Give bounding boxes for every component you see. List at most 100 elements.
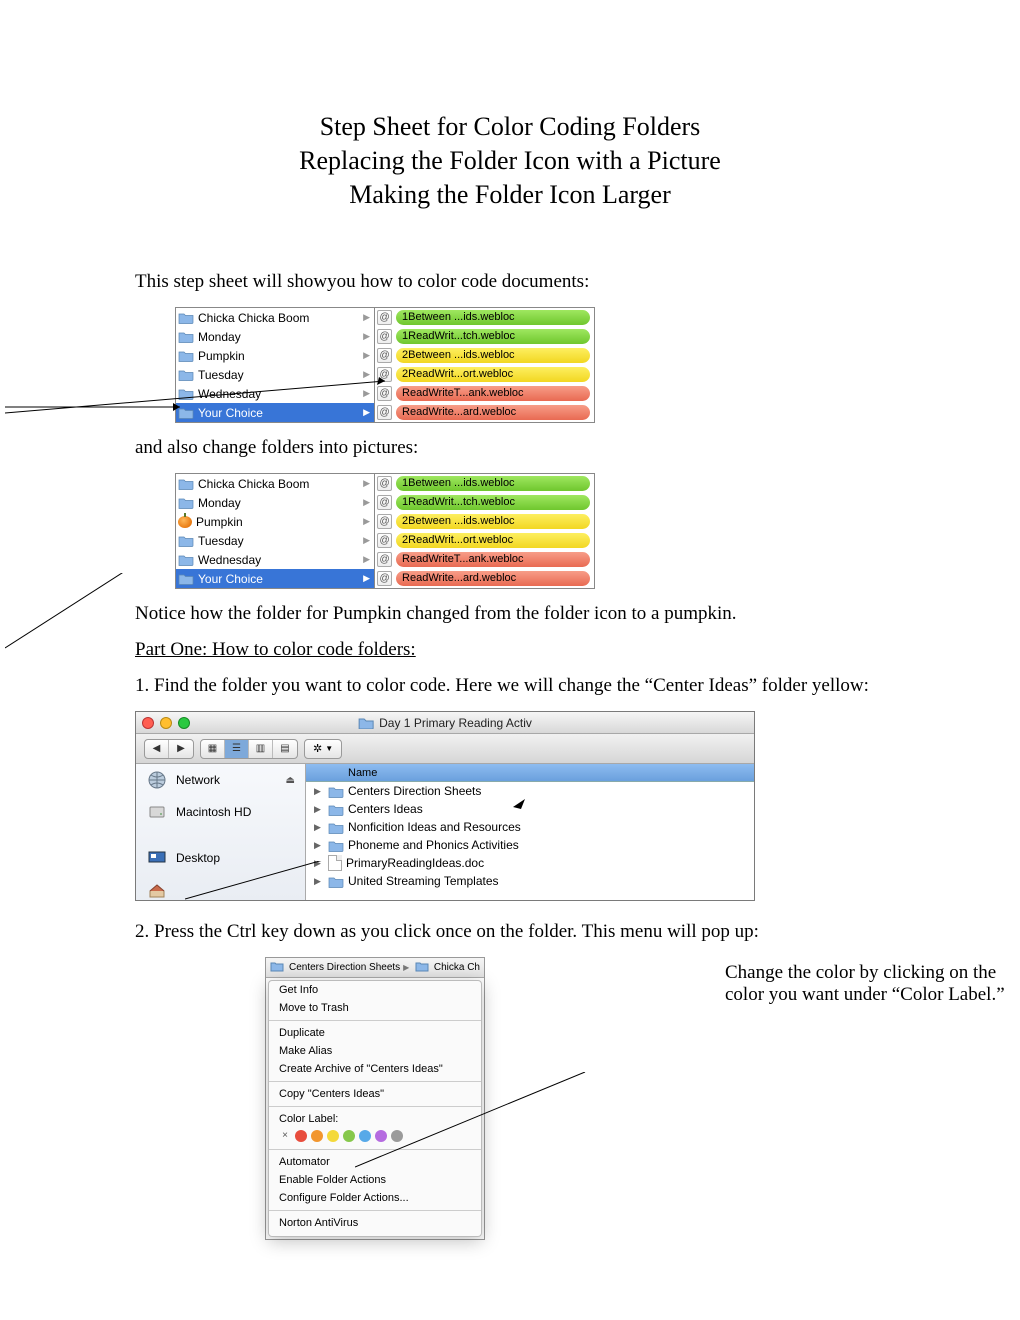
file-row[interactable]: @2ReadWrit...ort.webloc [375,531,594,550]
folder-row[interactable]: Tuesday▶ [176,365,374,384]
chevron-right-icon: ▶ [363,312,370,323]
back-forward-buttons[interactable]: ◀ ▶ [144,739,194,759]
chevron-right-icon: ▶ [363,331,370,342]
disclosure-triangle[interactable]: ▶ [314,840,324,851]
folder-icon [178,349,194,362]
folder-row[interactable]: Tuesday▶ [176,531,374,550]
file-row[interactable]: @2Between ...ids.webloc [375,512,594,531]
chevron-right-icon: ▶ [363,573,370,584]
sidebar-item-desktop[interactable]: Desktop [136,842,305,874]
folder-row[interactable]: ▶Nonficition Ideas and Resources [306,818,754,836]
finder-column-view-2: Chicka Chicka Boom▶Monday▶Pumpkin▶Tuesda… [175,473,595,589]
context-menu-figure: Centers Direction Sheets ▶ Chicka Ch Get… [265,957,485,1240]
color-swatch[interactable] [343,1130,355,1142]
list-view-button[interactable]: ☰ [225,740,249,758]
file-row[interactable]: ▶ PrimaryReadingIdeas.doc [306,854,754,872]
color-swatch[interactable] [311,1130,323,1142]
chevron-right-icon: ▶ [363,554,370,565]
file-row[interactable]: @1ReadWrit...tch.webloc [375,493,594,512]
context-header-row: Centers Direction Sheets ▶ Chicka Ch [266,958,484,978]
clear-label-button[interactable]: × [279,1130,291,1142]
folder-row[interactable]: ▶Centers Direction Sheets [306,782,754,800]
folder-row[interactable]: Chicka Chicka Boom▶ [176,308,374,327]
folder-icon [328,875,344,888]
file-row[interactable]: @ReadWriteT...ank.webloc [375,550,594,569]
disclosure-triangle[interactable]: ▶ [314,804,324,815]
file-row[interactable]: @1ReadWrit...tch.webloc [375,327,594,346]
sidebar-item-home[interactable] [136,874,305,906]
menu-item[interactable]: Configure Folder Actions... [269,1189,481,1207]
file-row[interactable]: @1Between ...ids.webloc [375,308,594,327]
color-swatch[interactable] [359,1130,371,1142]
file-row[interactable]: @ReadWriteT...ank.webloc [375,384,594,403]
column-view-button[interactable]: ▥ [249,740,273,758]
sidebar-item-macintosh-hd[interactable]: Macintosh HD [136,796,305,828]
file-label: ReadWriteT...ank.webloc [396,386,590,401]
folder-row[interactable]: Pumpkin▶ [176,346,374,365]
folder-label: Chicka Chicka Boom [198,477,309,491]
color-swatch[interactable] [295,1130,307,1142]
action-menu-button[interactable]: ✲ ▼ [304,739,342,759]
file-label: 2ReadWrit...ort.webloc [396,533,590,548]
chevron-right-icon: ▶ [363,350,370,361]
forward-button[interactable]: ▶ [169,740,193,758]
folder-row[interactable]: Chicka Chicka Boom▶ [176,474,374,493]
desktop-icon [146,847,168,869]
color-swatch[interactable] [327,1130,339,1142]
file-label: ReadWrite...ard.webloc [396,571,590,586]
disclosure-triangle[interactable]: ▶ [314,786,324,797]
file-row[interactable]: @ReadWrite...ard.webloc [375,403,594,422]
back-button[interactable]: ◀ [145,740,169,758]
menu-item[interactable]: Enable Folder Actions [269,1171,481,1189]
coverflow-view-button[interactable]: ▤ [273,740,297,758]
folder-row[interactable]: Monday▶ [176,493,374,512]
webloc-icon: @ [377,552,392,567]
menu-item[interactable]: Make Alias [269,1042,481,1060]
sidebar-label: Network [176,773,220,787]
file-row[interactable]: @2Between ...ids.webloc [375,346,594,365]
folder-row[interactable]: ▶United Streaming Templates [306,872,754,890]
folder-row[interactable]: Your Choice▶ [176,569,374,588]
webloc-icon: @ [377,348,392,363]
close-button[interactable] [142,717,154,729]
folder-row[interactable]: Monday ▶ [176,327,374,346]
folder-row[interactable]: ▶Phoneme and Phonics Activities [306,836,754,854]
column-header-name[interactable]: Name [306,764,754,782]
file-row[interactable]: @ReadWrite...ard.webloc [375,569,594,588]
folder-row[interactable]: Your Choice▶ [176,403,374,422]
step-2-text: 2. Press the Ctrl key down as you click … [135,921,885,943]
folder-row[interactable]: Pumpkin▶ [176,512,374,531]
color-swatch[interactable] [391,1130,403,1142]
minimize-button[interactable] [160,717,172,729]
disclosure-triangle[interactable]: ▶ [314,858,324,869]
folder-label: Monday [198,330,241,344]
sidebar-item-network[interactable]: Network ⏏ [136,764,305,796]
finder-column-view-1: Chicka Chicka Boom▶Monday▶Pumpkin▶Tuesda… [175,307,595,423]
menu-item[interactable]: Get Info [269,981,481,999]
menu-item[interactable]: Norton AntiVirus [269,1214,481,1232]
disclosure-triangle[interactable]: ▶ [314,822,324,833]
file-row[interactable]: @1Between ...ids.webloc [375,474,594,493]
file-row[interactable]: @2ReadWrit...ort.webloc [375,365,594,384]
menu-item[interactable]: Duplicate [269,1024,481,1042]
folder-row[interactable]: Wednesday▶ [176,550,374,569]
menu-item[interactable]: Automator [269,1153,481,1171]
disclosure-triangle[interactable]: ▶ [314,876,324,887]
menu-item[interactable]: Copy "Centers Ideas" [269,1085,481,1103]
color-swatch[interactable] [375,1130,387,1142]
menu-item[interactable]: Create Archive of "Centers Ideas" [269,1060,481,1078]
header-folder-label: Chicka Ch [434,962,480,973]
gear-icon: ✲ [313,742,322,755]
folder-row[interactable]: Wednesday▶ [176,384,374,403]
folder-row[interactable]: ▶Centers Ideas [306,800,754,818]
icon-view-button[interactable]: ▦ [201,740,225,758]
zoom-button[interactable] [178,717,190,729]
file-label: 1ReadWrit...tch.webloc [396,329,590,344]
step-1-text: 1. Find the folder you want to color cod… [135,675,885,697]
item-label: PrimaryReadingIdeas.doc [346,856,484,870]
menu-item[interactable]: Move to Trash [269,999,481,1017]
eject-icon[interactable]: ⏏ [286,775,295,786]
view-mode-buttons[interactable]: ▦ ☰ ▥ ▤ [200,739,298,759]
folder-icon [178,572,194,585]
folder-icon [358,716,374,729]
